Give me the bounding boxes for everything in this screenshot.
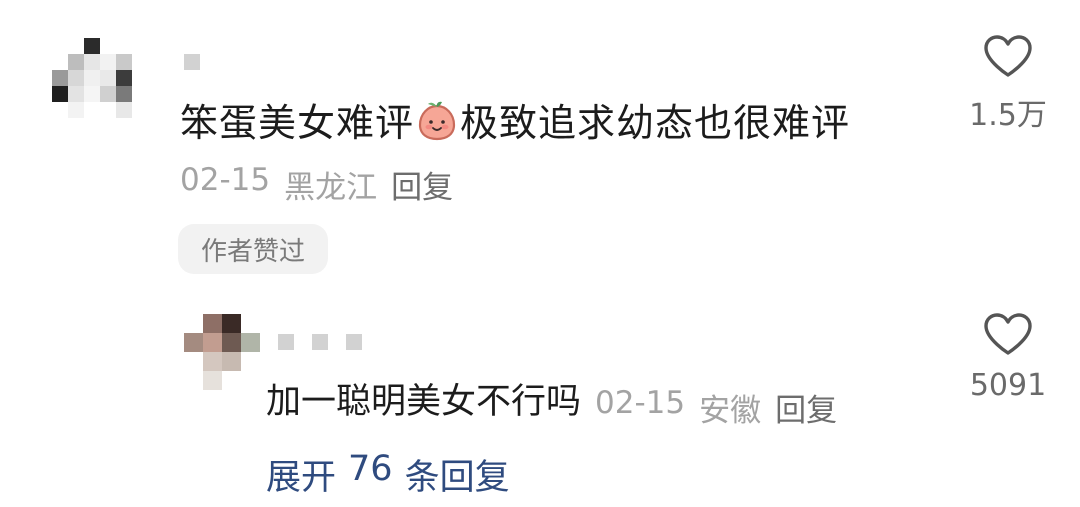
reply-reply-button[interactable]: 回复 bbox=[775, 385, 837, 430]
comment-text-part-1: 笨蛋美女难评 bbox=[180, 101, 415, 145]
reply-body: 加一聪明美女不行吗 02-15 安徽 回复 bbox=[266, 373, 837, 430]
reply-avatar[interactable] bbox=[184, 314, 260, 390]
expand-suffix: 条回复 bbox=[404, 458, 510, 498]
reply-like-button[interactable]: 5091 bbox=[960, 312, 1056, 403]
heart-icon[interactable] bbox=[983, 312, 1033, 356]
comment-meta: 02-15 黑龙江 回复 bbox=[180, 162, 453, 207]
reply-date: 02-15 bbox=[595, 385, 686, 421]
comment-like-count: 1.5万 bbox=[969, 98, 1047, 133]
comment-text-part-2: 极致追求幼态也很难评 bbox=[460, 101, 851, 145]
comment-avatar[interactable] bbox=[52, 38, 148, 118]
comment-reply-button[interactable]: 回复 bbox=[391, 162, 453, 207]
comment-text: 笨蛋美女难评 极致追求幼态也很难评 bbox=[180, 92, 850, 151]
heart-icon[interactable] bbox=[983, 34, 1033, 78]
reply-text: 加一聪明美女不行吗 bbox=[266, 382, 582, 422]
expand-prefix: 展开 bbox=[266, 458, 337, 498]
expand-replies-link[interactable]: 展开 76 条回复 bbox=[266, 449, 510, 500]
comment-date: 02-15 bbox=[180, 162, 271, 198]
peach-face-emoji-icon bbox=[416, 100, 458, 151]
author-liked-badge: 作者赞过 bbox=[178, 224, 328, 274]
expand-count: 76 bbox=[348, 449, 393, 489]
reply-username-masked[interactable] bbox=[278, 334, 362, 350]
comment-like-button[interactable]: 1.5万 bbox=[960, 34, 1056, 134]
comment-username-masked[interactable] bbox=[184, 54, 200, 70]
reply-meta: 02-15 安徽 回复 bbox=[595, 385, 837, 430]
comment-location: 黑龙江 bbox=[284, 170, 378, 206]
author-liked-badge-label: 作者赞过 bbox=[200, 236, 305, 267]
reply-like-count: 5091 bbox=[969, 368, 1047, 403]
reply-location: 安徽 bbox=[699, 393, 762, 429]
